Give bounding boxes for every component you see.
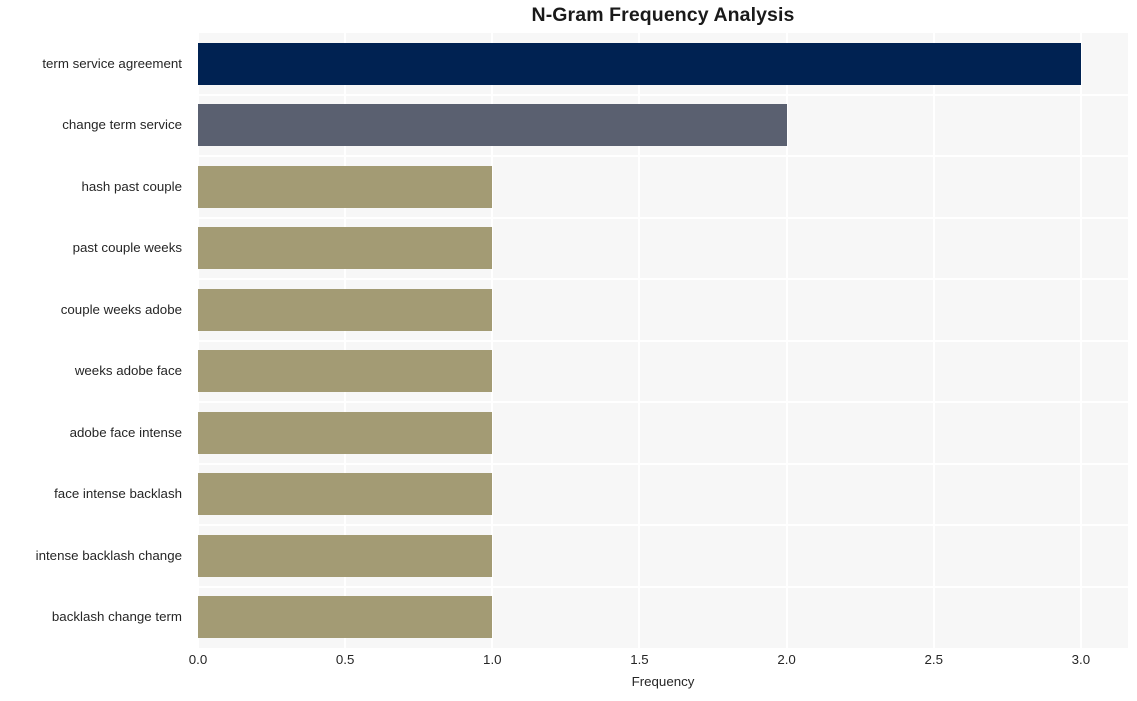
bar: [198, 42, 1081, 85]
x-axis-tick-label: 0.0: [188, 652, 208, 667]
y-axis-tick-label: couple weeks adobe: [60, 301, 182, 317]
x-axis-tick-label: 2.0: [777, 652, 796, 667]
y-axis-tick-label: face intense backlash: [54, 486, 182, 502]
x-axis-tick-labels: 0.0 0.5 1.0 1.5 2.0 2.5 3.0: [189, 652, 1128, 672]
bar-series: [198, 33, 1128, 648]
y-axis-tick-label: intense backlash change: [35, 547, 182, 563]
bar: [198, 350, 493, 393]
y-axis-tick-label: adobe face intense: [69, 424, 182, 440]
bar: [198, 534, 493, 577]
x-axis-tick-label: 1.0: [483, 652, 502, 667]
y-axis-tick-label: term service agreement: [42, 55, 182, 71]
x-axis-tick-label: 2.5: [924, 652, 944, 667]
x-axis-title: Frequency: [631, 674, 695, 689]
y-axis-tick-label: past couple weeks: [72, 240, 182, 256]
y-axis-tick-label: change term service: [62, 117, 182, 133]
bar: [198, 411, 493, 454]
bar: [198, 227, 493, 270]
bar: [198, 288, 493, 331]
plot-area: [198, 33, 1128, 648]
bar: [198, 473, 493, 516]
y-axis-tick-label: backlash change term: [51, 609, 182, 625]
x-axis-tick-label: 1.5: [630, 652, 649, 667]
chart-title: N-Gram Frequency Analysis: [531, 4, 795, 26]
y-axis-tick-label: hash past couple: [81, 178, 182, 194]
bar: [198, 596, 493, 639]
x-axis-tick-label: 0.5: [335, 652, 355, 667]
y-axis-tick-labels: term service agreement change term servic…: [0, 33, 190, 648]
bar: [198, 104, 787, 147]
chart-figure: N-Gram Frequency Analysis term service a…: [0, 0, 1137, 701]
y-axis-tick-label: weeks adobe face: [74, 363, 182, 379]
x-axis-tick-label: 3.0: [1071, 652, 1091, 667]
bar: [198, 165, 493, 208]
